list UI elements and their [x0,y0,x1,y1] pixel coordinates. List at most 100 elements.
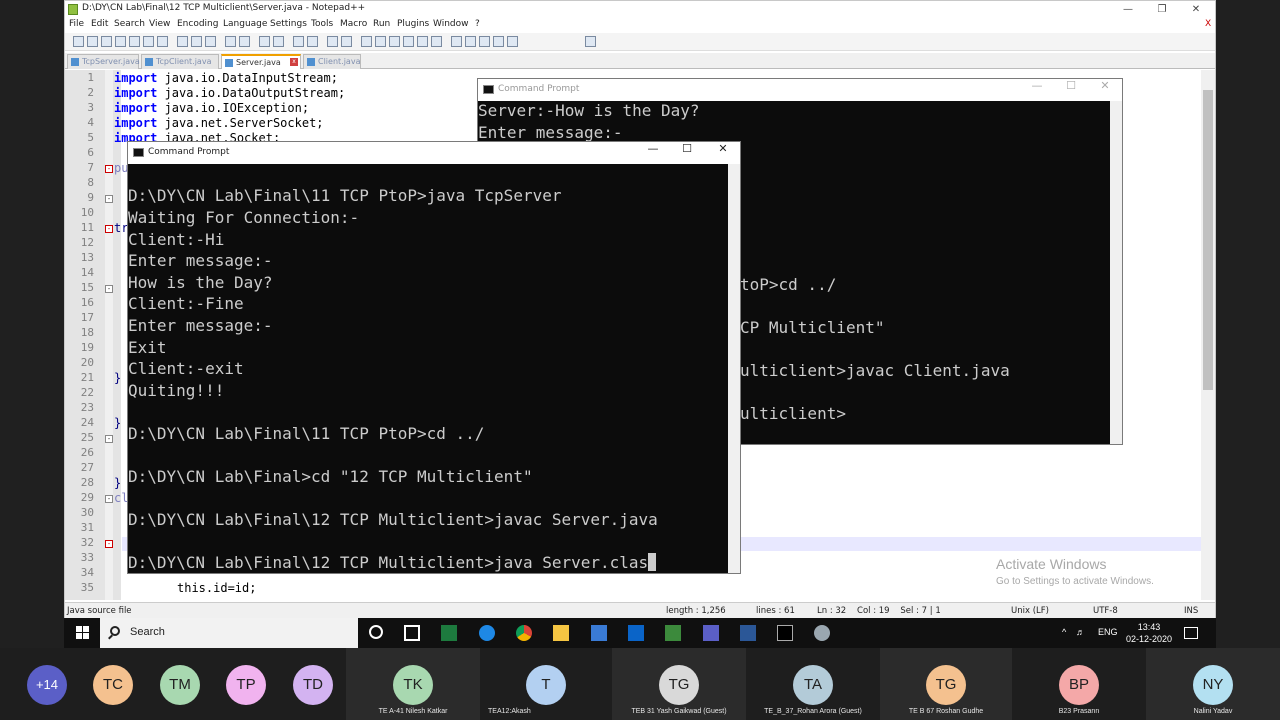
npp-close-button[interactable]: ✕ [1181,1,1211,18]
start-button[interactable] [76,626,90,640]
participant-tile[interactable]: TG TE B 67 Roshan Gudhe [880,648,1012,720]
cut-icon[interactable] [177,36,188,47]
store-icon[interactable] [591,625,607,641]
menu-file[interactable]: File [69,19,84,29]
taskbar-clock[interactable]: 13:43 02-12-2020 [1126,621,1172,645]
close-file-icon[interactable] [129,36,140,47]
open-file-icon[interactable] [87,36,98,47]
participant-tile[interactable]: T TEA12:Akash [480,648,612,720]
volume-icon[interactable]: ♬ [1076,627,1085,637]
participant-tile[interactable]: NY Nalini Yadav [1146,648,1280,720]
fold-toggle-icon[interactable]: - [105,195,113,203]
code-line[interactable]: } [114,416,121,430]
tab-tcpserver[interactable]: TcpServer.java [67,54,140,69]
undo-icon[interactable] [225,36,236,47]
chrome-icon[interactable] [516,625,532,641]
participant-tile[interactable]: TA TE_B_37_Rohan Arora (Guest) [746,648,880,720]
participant-tile[interactable]: TK TE A-41 Nilesh Katkar [346,648,480,720]
save-icon[interactable] [101,36,112,47]
doc-map-icon[interactable] [431,36,442,47]
sync-vertical-icon[interactable] [327,36,338,47]
participant-tile[interactable]: +14 [0,648,90,720]
function-list-icon[interactable] [403,36,414,47]
menu-language[interactable]: Language [223,19,267,29]
new-file-icon[interactable] [73,36,84,47]
excel-icon[interactable] [441,625,457,641]
cmd-scrollbar[interactable] [1110,101,1122,444]
cmd-minimize-button[interactable]: — [1020,79,1054,101]
menu-window[interactable]: Window [433,19,469,29]
npp-maximize-button[interactable]: ❐ [1147,1,1177,18]
cmd-close-button[interactable]: ✕ [1088,79,1122,101]
fold-toggle-icon[interactable]: - [105,225,113,233]
fold-toggle-icon[interactable]: - [105,540,113,548]
participant-tile[interactable]: TD [290,648,336,720]
cmd-maximize-button[interactable]: ☐ [670,142,704,164]
app-icon[interactable] [814,625,830,641]
taskbar-search-box[interactable]: Search [100,618,358,648]
fold-toggle-icon[interactable]: - [105,165,113,173]
participant-tile[interactable]: TG TEB 31 Yash Gaikwad (Guest) [612,648,746,720]
menu-close-doc[interactable]: X [1205,19,1211,29]
copy-icon[interactable] [191,36,202,47]
sync-horizontal-icon[interactable] [341,36,352,47]
code-line[interactable]: import java.net.ServerSocket; [114,116,324,130]
cmd-close-button[interactable]: ✕ [706,142,740,164]
menu-help[interactable]: ? [475,19,480,29]
record-macro-icon[interactable] [451,36,462,47]
command-prompt-icon[interactable] [777,625,793,641]
play-macro-icon[interactable] [479,36,490,47]
cmd-minimize-button[interactable]: — [636,142,670,164]
cortana-icon[interactable] [369,625,383,639]
zoom-out-icon[interactable] [307,36,318,47]
show-all-chars-icon[interactable] [375,36,386,47]
close-tab-icon[interactable]: x [290,58,298,66]
save-all-icon[interactable] [115,36,126,47]
menu-tools[interactable]: Tools [311,19,333,29]
code-line[interactable]: import java.io.DataOutputStream; [114,86,345,100]
code-line[interactable]: } [114,371,121,385]
menu-macro[interactable]: Macro [340,19,367,29]
scrollbar-thumb[interactable] [1203,90,1213,390]
find-icon[interactable] [259,36,270,47]
menu-settings[interactable]: Settings [270,19,307,29]
close-all-icon[interactable] [143,36,154,47]
menu-edit[interactable]: Edit [91,19,108,29]
word-icon[interactable] [740,625,756,641]
fold-toggle-icon[interactable]: - [105,285,113,293]
fold-toggle-icon[interactable]: - [105,495,113,503]
code-line[interactable]: } [114,476,121,490]
menu-plugins[interactable]: Plugins [397,19,429,29]
task-view-icon[interactable] [404,625,420,641]
command-prompt-window-front[interactable]: Command Prompt — ☐ ✕ D:\DY\CN Lab\Final\… [127,141,741,574]
participant-tile[interactable]: TP [223,648,269,720]
fold-toggle-icon[interactable]: - [105,435,113,443]
cmd-maximize-button[interactable]: ☐ [1054,79,1088,101]
npp-minimize-button[interactable]: — [1113,1,1143,18]
code-line[interactable]: import java.io.DataInputStream; [114,71,338,85]
print-icon[interactable] [157,36,168,47]
tab-server[interactable]: Server.java x [221,54,301,69]
participant-tile[interactable]: BP B23 Prasann [1012,648,1146,720]
menu-view[interactable]: View [149,19,170,29]
paste-icon[interactable] [205,36,216,47]
code-line[interactable]: this.id=id; [177,581,256,595]
input-language[interactable]: ENG [1098,627,1118,637]
replace-icon[interactable] [273,36,284,47]
tab-client[interactable]: Client.java [303,54,361,69]
menu-run[interactable]: Run [373,19,390,29]
teams-icon[interactable] [703,625,719,641]
folder-workspace-icon[interactable] [417,36,428,47]
edge-icon[interactable] [479,625,495,641]
tab-tcpclient[interactable]: TcpClient.java [141,54,219,69]
editor-vertical-scrollbar[interactable] [1201,70,1215,600]
menu-encoding[interactable]: Encoding [177,19,218,29]
redo-icon[interactable] [239,36,250,47]
chevron-up-icon[interactable]: ^ [1062,627,1066,637]
stop-macro-icon[interactable] [465,36,476,47]
console-input-line[interactable]: D:\DY\CN Lab\Final\12 TCP Multiclient>ja… [128,553,657,572]
notepad-plus-plus-icon[interactable] [665,625,681,641]
code-line[interactable]: import java.io.IOException; [114,101,309,115]
menu-search[interactable]: Search [114,19,145,29]
notification-icon[interactable] [1184,627,1198,639]
